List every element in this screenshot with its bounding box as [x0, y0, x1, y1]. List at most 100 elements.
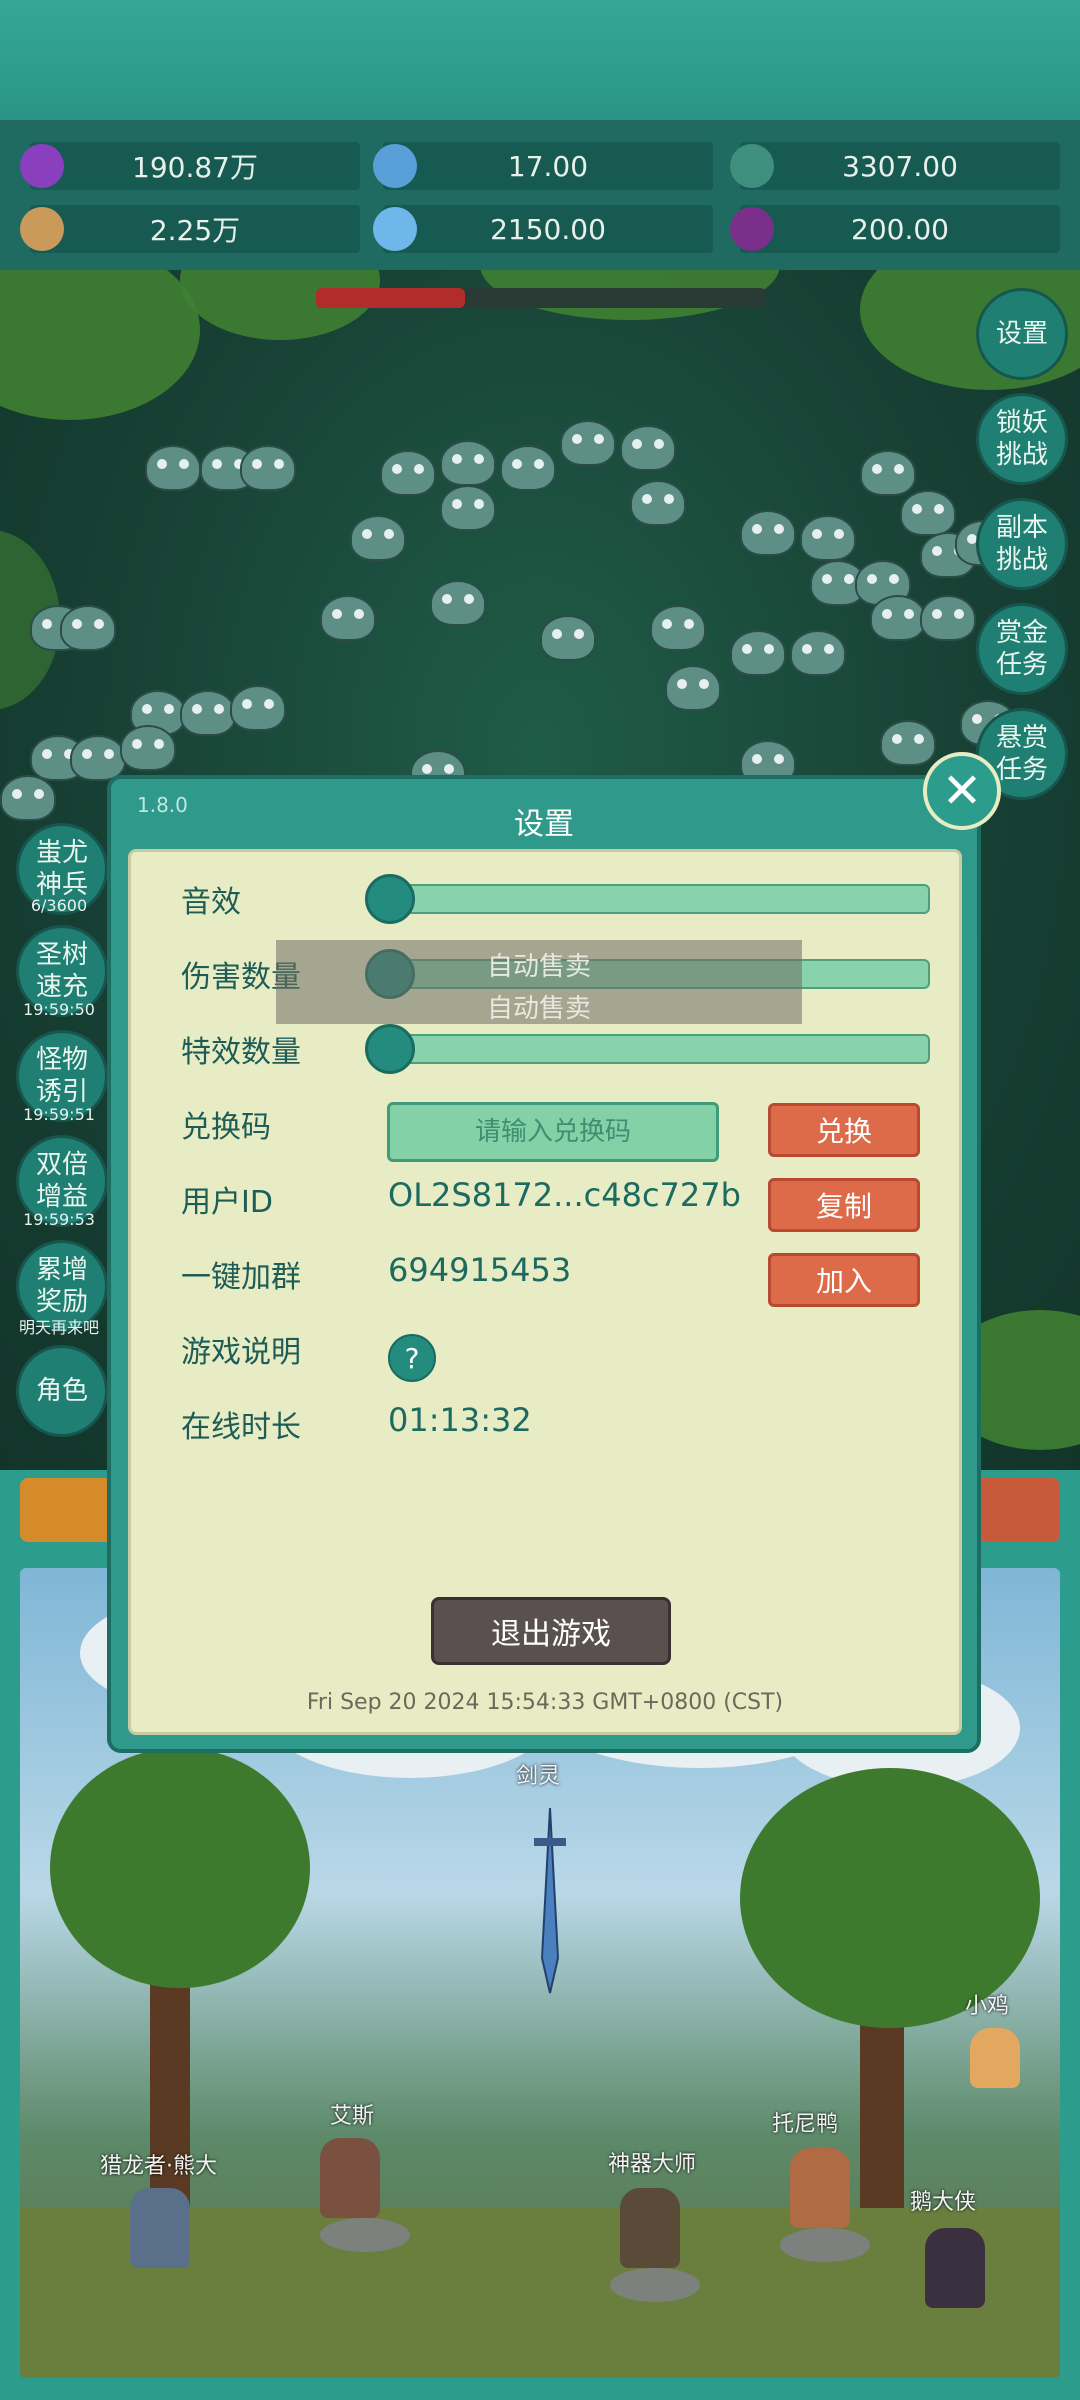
holy-tree-timer: 19:59:50 [23, 1000, 95, 1019]
settings-button-label: 设置 [995, 319, 1048, 349]
purple-orb-icon [730, 207, 774, 251]
settings-dialog: 1.8.0 设置 音效 伤害数量 特效数量 兑换码 兑换 用户ID OL2S81… [107, 775, 981, 1753]
teal-orb-icon [730, 144, 774, 188]
dragon-hunter-sprite[interactable] [130, 2188, 190, 2268]
goose-hero-label: 鹅大侠 [910, 2190, 977, 2215]
game-guide-label: 游戏说明 [181, 1335, 301, 1370]
artifact-master-sprite[interactable] [620, 2188, 680, 2268]
online-time-label: 在线时长 [181, 1410, 301, 1445]
resource-purple-orbs-value: 200.00 [851, 212, 949, 246]
slime-enemy [620, 425, 676, 471]
toast-line-2: 自动售卖 [486, 994, 591, 1024]
resource-scrolls-value: 2.25万 [149, 214, 241, 247]
settings-button[interactable]: 设置 [976, 288, 1068, 380]
holy-tree-line1: 圣树 [35, 940, 88, 970]
monster-lure-line2: 诱引 [35, 1077, 88, 1107]
aisi-sprite[interactable] [320, 2138, 380, 2218]
slime-enemy [560, 420, 616, 466]
monster-lure-timer: 19:59:51 [23, 1105, 95, 1124]
effects-count-label: 特效数量 [181, 1035, 301, 1070]
top-header [0, 0, 1080, 120]
tony-duck-label: 托尼鸭 [772, 2112, 839, 2137]
resource-shards-value: 2150.00 [490, 212, 606, 246]
user-id-value: OL2S8172...c48c727b [388, 1176, 741, 1214]
slime-enemy [730, 630, 786, 676]
slime-enemy [380, 450, 436, 496]
close-icon[interactable]: ✕ [923, 752, 1001, 830]
slime-enemy [860, 450, 916, 496]
resource-scrolls: 2.25万 [20, 205, 360, 253]
redeem-button[interactable]: 兑换 [768, 1103, 920, 1157]
little-chicken-sprite[interactable] [970, 2028, 1020, 2088]
redeem-code-label: 兑换码 [181, 1110, 271, 1145]
ice-shard-icon [373, 207, 417, 251]
sound-slider-knob[interactable] [365, 874, 415, 924]
help-icon[interactable]: ? [388, 1334, 436, 1382]
redeem-code-input[interactable] [387, 1102, 719, 1162]
slime-enemy [630, 480, 686, 526]
tony-duck-sprite[interactable] [790, 2148, 850, 2228]
lock-challenge-line2: 挑战 [995, 440, 1048, 470]
dungeon-line2: 挑战 [995, 545, 1048, 575]
resource-orbs-value: 3307.00 [842, 149, 958, 183]
double-gain-timer: 19:59:53 [23, 1210, 95, 1229]
goose-hero-sprite[interactable] [925, 2228, 985, 2308]
chiyou-line1: 蚩尤 [35, 838, 88, 868]
slime-enemy [740, 510, 796, 556]
character-label: 角色 [35, 1376, 88, 1406]
slime-enemy [320, 595, 376, 641]
slime-enemy [650, 605, 706, 651]
resource-crystals-value: 17.00 [507, 149, 589, 183]
auto-sell-toast: 自动售卖 自动售卖 [276, 940, 802, 1024]
effects-count-slider[interactable] [365, 1024, 930, 1074]
slime-enemy [0, 775, 56, 821]
slime-enemy [230, 685, 286, 731]
slime-enemy [180, 690, 236, 736]
slime-enemy [145, 445, 201, 491]
resource-bar: 190.87万 17.00 3307.00 2.25万 2150.00 200.… [0, 120, 1080, 270]
exit-game-button[interactable]: 退出游戏 [431, 1597, 671, 1665]
slime-enemy [540, 615, 596, 661]
bounty-line1: 悬赏 [995, 723, 1048, 753]
dungeon-challenge-button[interactable]: 副本 挑战 [976, 498, 1068, 590]
resource-orbs: 3307.00 [730, 142, 1060, 190]
lock-demon-challenge-button[interactable]: 锁妖 挑战 [976, 393, 1068, 485]
group-number-value: 694915453 [388, 1251, 572, 1289]
purple-gem-icon [20, 144, 64, 188]
join-group-button[interactable]: 加入 [768, 1253, 920, 1307]
little-chicken-label: 小鸡 [965, 1994, 1010, 2019]
double-gain-line2: 增益 [35, 1182, 88, 1212]
blue-crystal-icon [373, 144, 417, 188]
slime-enemy [800, 515, 856, 561]
resource-shards: 2150.00 [373, 205, 713, 253]
slime-enemy [500, 445, 556, 491]
resource-purple-orbs: 200.00 [730, 205, 1060, 253]
copy-button[interactable]: 复制 [768, 1178, 920, 1232]
slime-enemy [240, 445, 296, 491]
slime-enemy [790, 630, 846, 676]
monster-lure-line1: 怪物 [35, 1045, 88, 1075]
slime-enemy [350, 515, 406, 561]
slime-enemy [880, 720, 936, 766]
resource-crystals: 17.00 [373, 142, 713, 190]
slime-enemy [70, 735, 126, 781]
gold-task-line2: 任务 [995, 650, 1048, 680]
user-id-label: 用户ID [181, 1185, 273, 1220]
sound-label: 音效 [181, 885, 241, 920]
dragon-hunter-label: 猎龙者·熊大 [100, 2154, 217, 2179]
scroll-icon [20, 207, 64, 251]
sword-spirit-label: 剑灵 [516, 1764, 561, 1789]
dialog-title: 设置 [514, 807, 574, 842]
slime-enemy [430, 580, 486, 626]
accum-line1: 累增 [35, 1255, 88, 1285]
effects-slider-knob[interactable] [365, 1024, 415, 1074]
join-group-label: 一键加群 [181, 1260, 301, 1295]
gold-task-button[interactable]: 赏金 任务 [976, 603, 1068, 695]
holy-tree-line2: 速充 [35, 972, 88, 1002]
chiyou-count: 6/3600 [30, 896, 88, 915]
character-button[interactable]: 角色 [16, 1345, 108, 1437]
sound-slider[interactable] [365, 874, 930, 924]
sword-spirit-sprite[interactable] [530, 1808, 570, 1998]
lock-challenge-line1: 锁妖 [995, 408, 1048, 438]
slime-enemy [120, 725, 176, 771]
